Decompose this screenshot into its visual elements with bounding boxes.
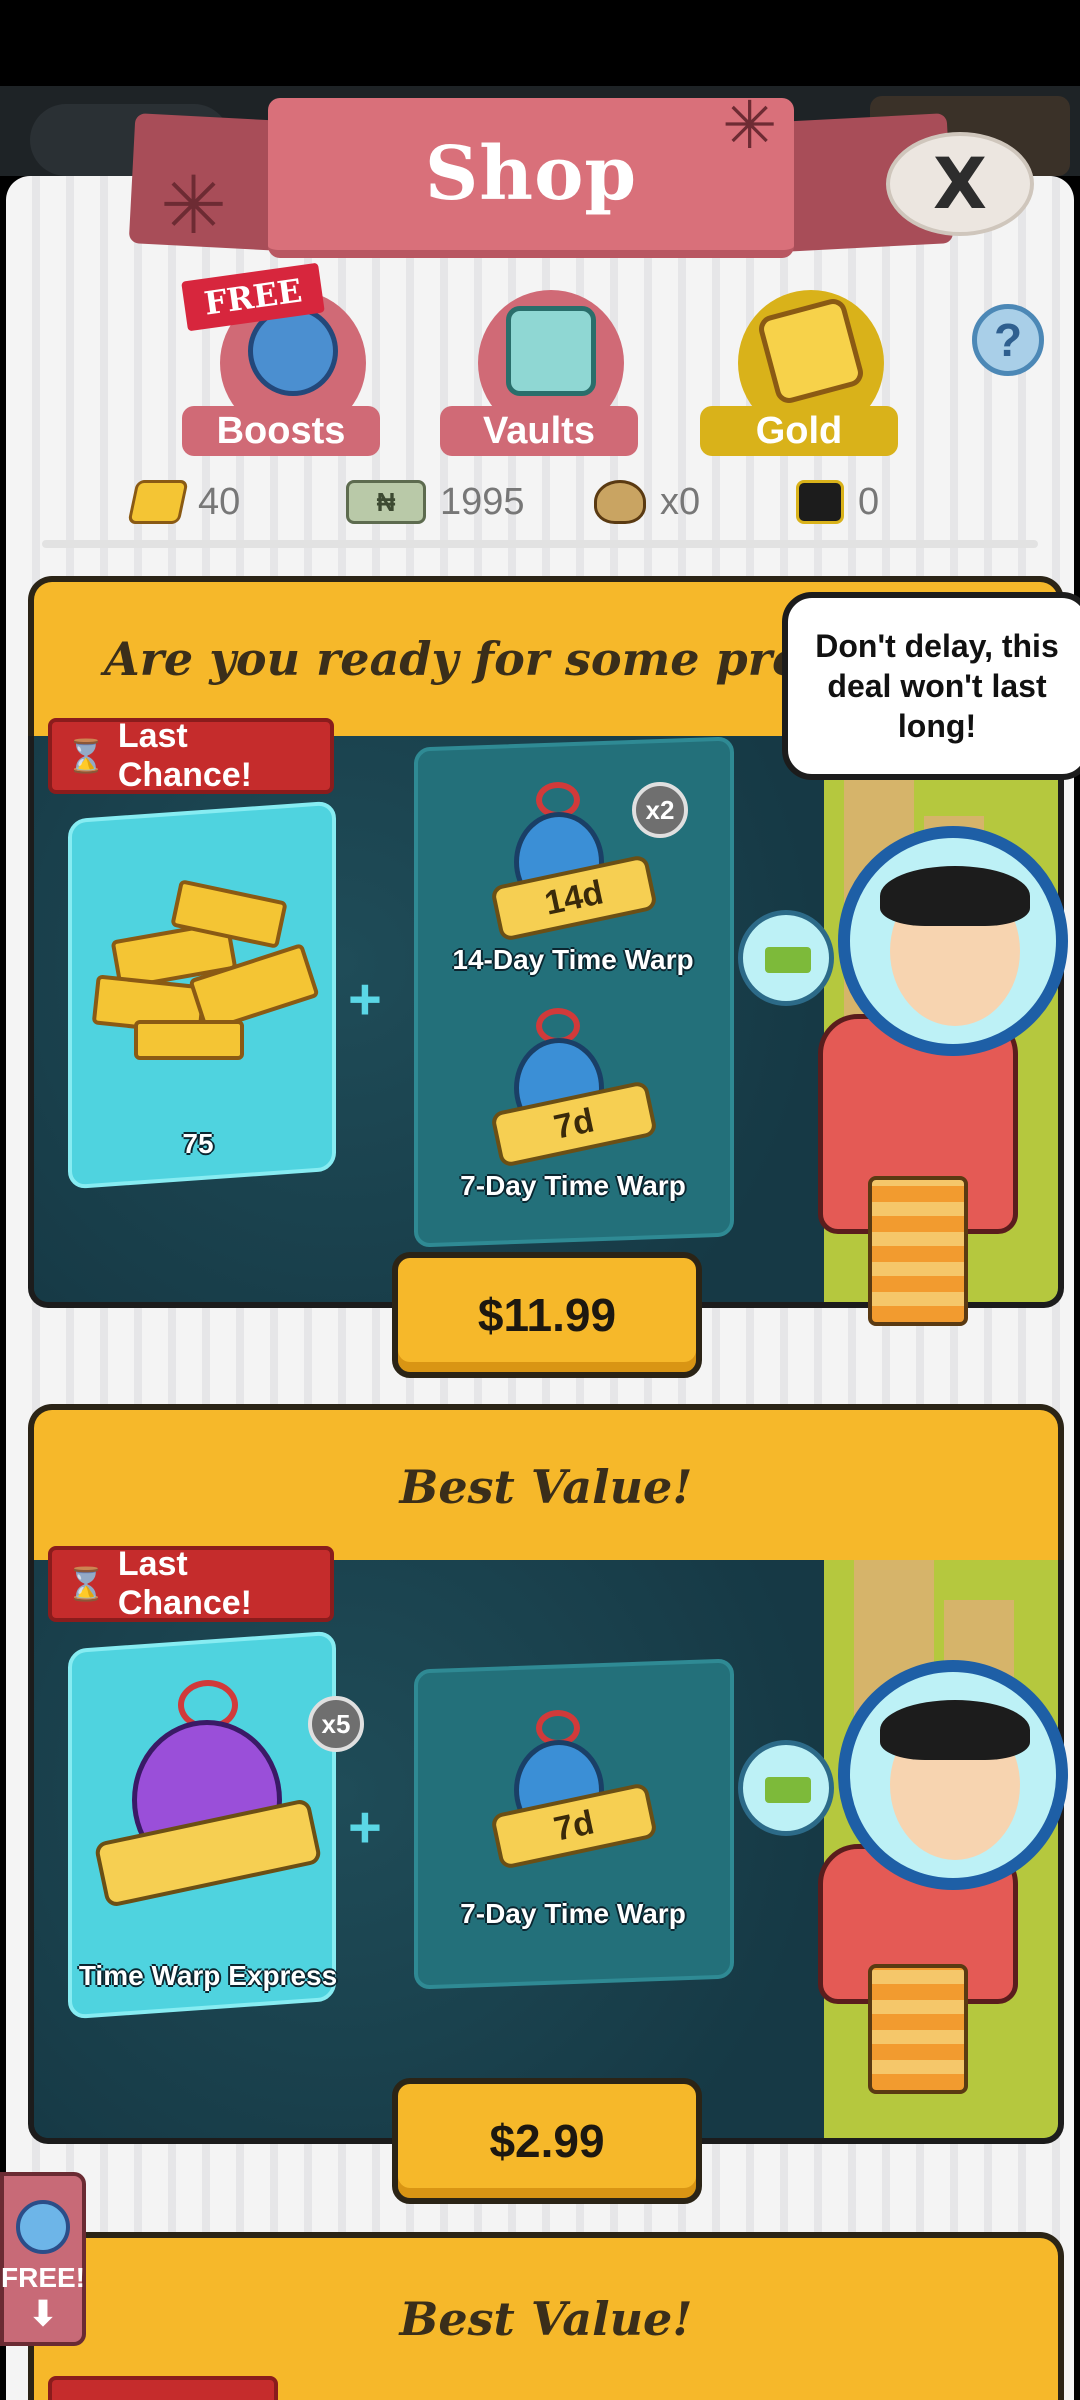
astronaut-legs xyxy=(868,1964,968,2094)
tab-gold-label: Gold xyxy=(700,406,898,456)
divider xyxy=(42,540,1038,548)
tab-boosts-label: Boosts xyxy=(182,406,380,456)
price-label: $2.99 xyxy=(489,2115,605,2167)
free-gift-label: FREE! xyxy=(1,2262,85,2293)
currency-money-bag-value: x0 xyxy=(660,480,701,523)
shop-title-banner: Shop xyxy=(268,98,794,258)
hourglass-icon: ⌛ xyxy=(66,1566,106,1602)
money-bag-icon xyxy=(594,480,646,524)
astronaut-legs xyxy=(868,1176,968,1326)
tab-vaults[interactable]: Vaults xyxy=(440,286,638,456)
cash-orb-icon xyxy=(738,910,834,1006)
price-label: $11.99 xyxy=(477,1289,617,1341)
status-bar xyxy=(0,0,1080,86)
currency-token-value: 0 xyxy=(858,480,880,523)
hourglass-icon: ⌛ xyxy=(66,738,106,774)
plus-icon: + xyxy=(348,1795,382,1860)
cash-orb-icon xyxy=(738,1740,834,1836)
currency-token: 0 xyxy=(796,474,879,530)
multiplier-badge: x5 xyxy=(308,1696,364,1752)
token-icon xyxy=(796,480,844,524)
currency-gold-value: 40 xyxy=(198,480,241,523)
close-icon: X xyxy=(933,143,987,225)
close-button[interactable]: X xyxy=(886,132,1034,236)
free-gift-button[interactable]: FREE! ⬇ xyxy=(0,2172,86,2346)
atom-decoration-icon: ✳ xyxy=(722,88,778,162)
help-button[interactable]: ? xyxy=(972,304,1044,376)
offer-header-text: Best Value! xyxy=(399,1460,693,1514)
astronaut-hair xyxy=(880,866,1030,926)
last-chance-label: Last Chance! xyxy=(117,1545,252,1622)
buy-button[interactable]: $11.99 xyxy=(392,1252,702,1378)
time-warp-caption: 7-Day Time Warp xyxy=(460,1170,686,1201)
offer-header-text: Best Value! xyxy=(399,2292,693,2346)
currency-cash-value: 1995 xyxy=(440,480,525,523)
plus-icon: + xyxy=(348,967,382,1032)
gold-bars-icon xyxy=(74,870,334,1060)
last-chance-tag xyxy=(48,2376,278,2400)
offer-header: Best Value! xyxy=(28,1404,1064,1564)
speech-bubble: Don't delay, this deal won't last long! xyxy=(782,592,1080,780)
currency-gold: 40 xyxy=(127,474,241,530)
last-chance-tag: ⌛ Last Chance! xyxy=(48,717,334,794)
astronaut-hair xyxy=(880,1700,1030,1760)
offer-card: Best Value! x5 Time Warp Express + 7d 7-… xyxy=(28,1404,1068,2204)
gold-amount: 75 xyxy=(182,1128,214,1159)
arrow-down-icon: ⬇ xyxy=(28,2295,58,2333)
offer-header: Best Value! xyxy=(28,2232,1064,2400)
multiplier-badge: x2 xyxy=(632,782,688,838)
time-warp-express-icon xyxy=(88,1680,328,1910)
last-chance-tag: ⌛ Last Chance! xyxy=(48,1545,334,1622)
currency-money-bag: x0 xyxy=(594,474,700,530)
vault-icon xyxy=(506,306,596,396)
time-warp-icon: 7d xyxy=(489,1008,664,1169)
last-chance-label: Last Chance! xyxy=(117,717,252,794)
gold-icon xyxy=(127,480,189,524)
time-warp-caption: 7-Day Time Warp xyxy=(460,1898,686,1929)
atom-decoration-icon: ✳ xyxy=(160,161,228,250)
offer-card: Best Value! xyxy=(28,2232,1064,2400)
buy-button[interactable]: $2.99 xyxy=(392,2078,702,2204)
time-warp-icon: 7d xyxy=(489,1710,664,1871)
offer-card: Are you ready for some profits?! 75 + 14… xyxy=(28,576,1080,1378)
time-warp-express-caption: Time Warp Express xyxy=(78,1960,338,1991)
currency-cash: ₦ 1995 xyxy=(346,474,525,530)
question-icon: ? xyxy=(993,314,1023,366)
cash-icon: ₦ xyxy=(346,480,426,524)
tab-vaults-label: Vaults xyxy=(440,406,638,456)
time-warp-caption: 14-Day Time Warp xyxy=(452,944,694,975)
shop-title: Shop xyxy=(424,131,638,217)
tab-gold[interactable]: Gold xyxy=(700,286,898,456)
gift-bag-icon xyxy=(16,2200,70,2254)
